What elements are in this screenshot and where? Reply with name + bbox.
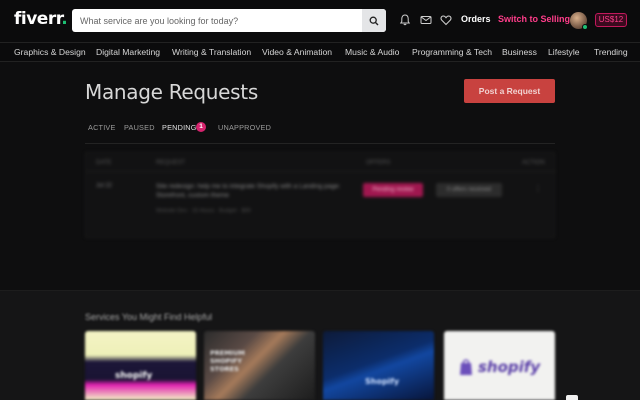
category-business[interactable]: Business [502, 47, 537, 57]
more-actions-icon[interactable]: ⋮ [534, 184, 542, 193]
top-header: fiverr. Orders Switch to Selling US$12 [0, 0, 640, 42]
row-description[interactable]: Site redesign: help me to integrate Shop… [156, 182, 346, 200]
balance-badge[interactable]: US$12 [595, 13, 627, 27]
section-title: Services You Might Find Helpful [85, 312, 213, 322]
online-status-dot [582, 24, 588, 30]
row-meta: Website Dev · 15 Hours · Budget · $99 [156, 208, 251, 214]
category-nav: Graphics & Design Digital Marketing Writ… [0, 42, 640, 62]
tab-unapproved[interactable]: UNAPPROVED [218, 123, 271, 132]
card-label: PREMIUM SHOPIFY STORES [210, 349, 245, 373]
service-card[interactable]: shopify [444, 331, 555, 400]
category-programming-tech[interactable]: Programming & Tech [412, 47, 492, 57]
column-header-offers: OFFERS [366, 160, 391, 166]
category-trending[interactable]: Trending [594, 47, 628, 57]
pending-count-badge: 1 [196, 122, 206, 132]
tab-pending[interactable]: PENDING [162, 123, 197, 132]
card-label: Shopify [365, 377, 400, 386]
service-card[interactable]: Shopify [323, 331, 434, 400]
status-badge: Pending review [363, 183, 423, 197]
card-label: shopify [115, 371, 153, 381]
requests-table: DATE REQUEST OFFERS ACTION Jul 22 Site r… [85, 152, 556, 238]
category-lifestyle[interactable]: Lifestyle [548, 47, 580, 57]
category-video-animation[interactable]: Video & Animation [262, 47, 332, 57]
heart-icon[interactable] [439, 13, 453, 27]
column-header-date: DATE [96, 160, 112, 166]
mail-icon[interactable] [419, 13, 433, 27]
service-card[interactable]: PREMIUM SHOPIFY STORES [204, 331, 315, 400]
logo-text: fiverr [14, 9, 62, 29]
offers-badge: 0 offers received [436, 183, 502, 197]
column-header-request: REQUEST [156, 160, 186, 166]
category-music-audio[interactable]: Music & Audio [345, 47, 399, 57]
category-graphics-design[interactable]: Graphics & Design [14, 47, 86, 57]
search-icon [369, 16, 379, 25]
fiverr-logo[interactable]: fiverr. [14, 9, 68, 29]
logo-dot: . [61, 9, 68, 29]
shopify-bag-icon [460, 359, 472, 375]
tabs-divider [85, 143, 555, 144]
row-date: Jul 22 [96, 183, 113, 189]
scroll-to-top-tab[interactable] [566, 395, 578, 400]
table-header-divider [86, 171, 556, 172]
tab-active[interactable]: ACTIVE [88, 123, 116, 132]
search-input[interactable] [72, 9, 362, 32]
orders-link[interactable]: Orders [461, 14, 491, 24]
column-header-action: ACTION [522, 160, 545, 166]
category-writing-translation[interactable]: Writing & Translation [172, 47, 251, 57]
switch-to-selling-link[interactable]: Switch to Selling [498, 14, 570, 24]
post-request-button[interactable]: Post a Request [464, 79, 555, 103]
search-bar [72, 9, 386, 32]
search-button[interactable] [362, 9, 386, 32]
page-title: Manage Requests [85, 80, 258, 104]
bell-icon[interactable] [398, 13, 412, 27]
category-digital-marketing[interactable]: Digital Marketing [96, 47, 160, 57]
service-card[interactable]: shopify [85, 331, 196, 400]
tab-paused[interactable]: PAUSED [124, 123, 155, 132]
card-label: shopify [478, 358, 541, 376]
